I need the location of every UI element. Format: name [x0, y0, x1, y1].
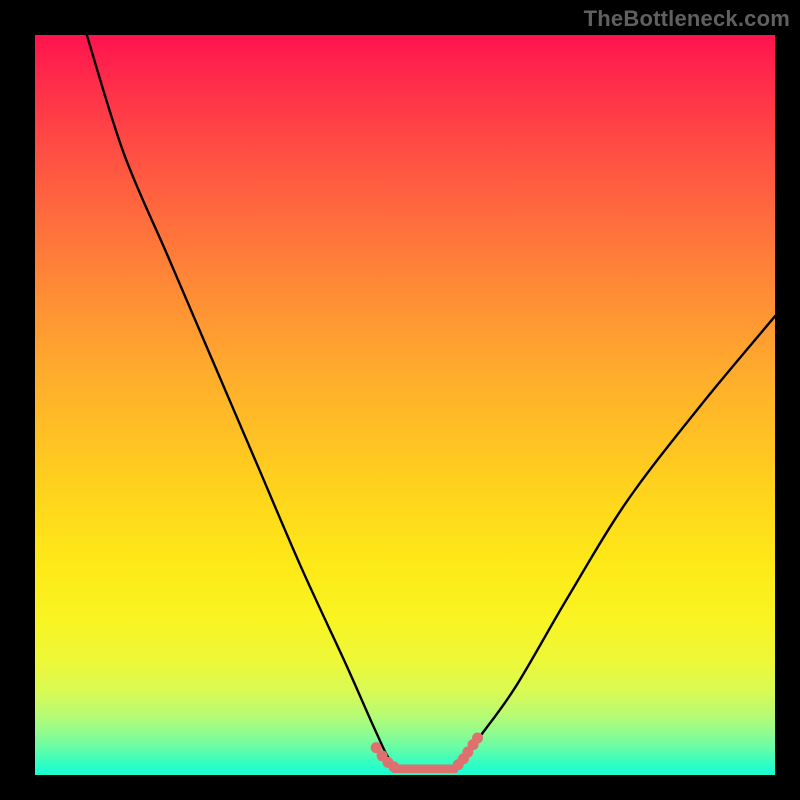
background-gradient	[35, 35, 775, 775]
plot-area	[35, 35, 775, 775]
attribution-label: TheBottleneck.com	[584, 6, 790, 32]
baseline	[35, 773, 775, 775]
chart-stage: TheBottleneck.com	[0, 0, 800, 800]
